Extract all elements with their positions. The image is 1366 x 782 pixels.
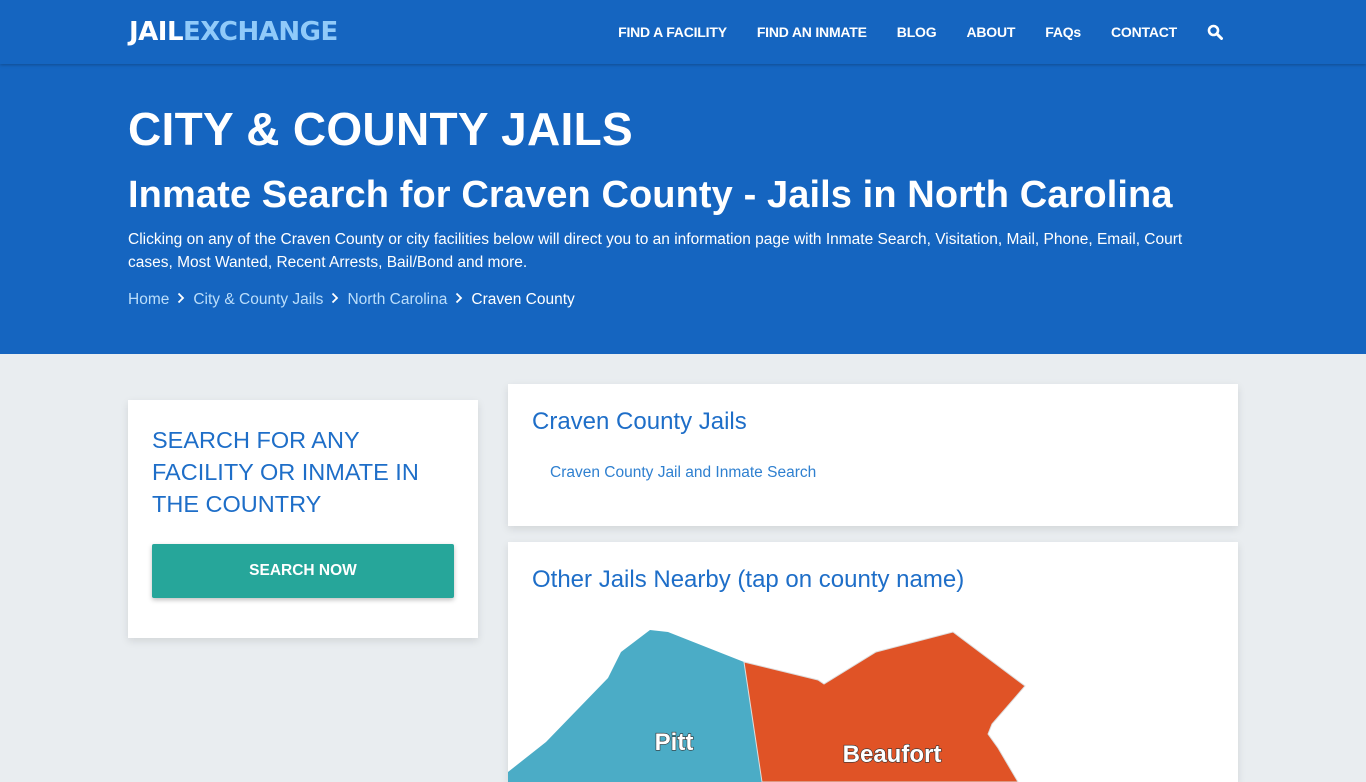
nav-find-inmate[interactable]: FIND AN INMATE <box>757 24 867 40</box>
chevron-right-icon <box>169 291 193 309</box>
county-pitt[interactable]: Pitt <box>508 630 762 782</box>
county-beaufort[interactable]: Beaufort <box>743 631 1026 782</box>
nav-about[interactable]: ABOUT <box>966 24 1015 40</box>
logo-exchange: EXCHANGE <box>183 17 338 47</box>
page-title: Inmate Search for Craven County - Jails … <box>128 174 1173 216</box>
breadcrumb-north-carolina[interactable]: North Carolina <box>347 291 447 309</box>
nearby-jails-heading: Other Jails Nearby (tap on county name) <box>532 566 965 593</box>
page-description: Clicking on any of the Craven County or … <box>128 231 1183 271</box>
nav-blog[interactable]: BLOG <box>897 24 937 40</box>
breadcrumb-home[interactable]: Home <box>128 291 169 309</box>
nearby-counties-map: Pitt Beaufort <box>508 630 1026 782</box>
navbar: JAILEXCHANGE FIND A FACILITY FIND AN INM… <box>0 0 1366 64</box>
main-nav: FIND A FACILITY FIND AN INMATE BLOG ABOU… <box>588 0 1223 64</box>
search-now-button[interactable]: SEARCH NOW <box>152 544 454 598</box>
nav-faqs[interactable]: FAQs <box>1045 24 1081 40</box>
county-jails-card: Craven County Jails Craven County Jail a… <box>508 384 1238 526</box>
breadcrumb-city-county-jails[interactable]: City & County Jails <box>193 291 323 309</box>
county-beaufort-label[interactable]: Beaufort <box>842 740 942 768</box>
county-pitt-shape[interactable] <box>508 630 762 782</box>
site-logo[interactable]: JAILEXCHANGE <box>129 17 338 47</box>
county-jails-heading: Craven County Jails <box>532 408 747 435</box>
chevron-right-icon <box>323 291 347 309</box>
logo-jail: JAIL <box>129 17 184 47</box>
chevron-right-icon <box>447 291 471 309</box>
search-promo-card: SEARCH FOR ANY FACILITY OR INMATE IN THE… <box>128 400 478 638</box>
nearby-jails-card: Other Jails Nearby (tap on county name) … <box>508 542 1238 782</box>
hero-banner: CITY & COUNTY JAILS Inmate Search for Cr… <box>0 64 1366 354</box>
nav-find-facility[interactable]: FIND A FACILITY <box>618 24 727 40</box>
breadcrumb: Home City & County Jails North Carolina … <box>128 291 575 309</box>
breadcrumb-current: Craven County <box>471 291 575 308</box>
search-promo-heading: SEARCH FOR ANY FACILITY OR INMATE IN THE… <box>152 427 419 517</box>
section-title: CITY & COUNTY JAILS <box>128 103 633 155</box>
nav-contact[interactable]: CONTACT <box>1111 24 1177 40</box>
jail-link[interactable]: Craven County Jail and Inmate Search <box>550 464 816 482</box>
county-pitt-label[interactable]: Pitt <box>654 728 694 756</box>
search-icon[interactable] <box>1207 24 1223 40</box>
